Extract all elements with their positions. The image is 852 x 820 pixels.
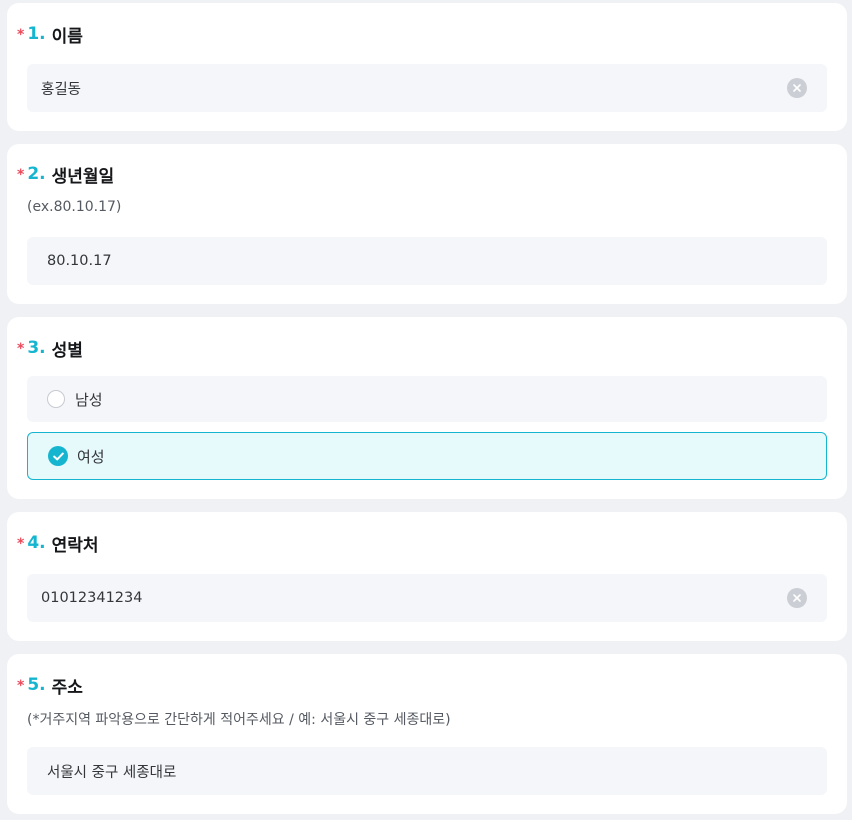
name-question-card: * 1. 이름 홍길동: [7, 3, 847, 131]
address-input-value: 서울시 중구 세종대로: [47, 764, 177, 781]
required-mark: *: [17, 167, 25, 183]
required-mark: *: [17, 341, 25, 357]
birthdate-question-title: * 2. 생년월일: [17, 162, 115, 187]
radio-unchecked-icon: [47, 390, 65, 408]
gender-option-male[interactable]: 남성: [27, 376, 827, 422]
question-number: 4.: [27, 533, 46, 553]
question-label: 생년월일: [51, 166, 115, 187]
required-mark: *: [17, 536, 25, 552]
question-number: 5.: [27, 675, 46, 695]
gender-option-female[interactable]: 여성: [27, 432, 827, 480]
birthdate-input-value: 80.10.17: [47, 253, 112, 269]
check-icon: [48, 446, 68, 466]
question-number: 2.: [27, 164, 46, 184]
question-label: 연락처: [51, 535, 99, 556]
address-hint: (*거주지역 파악용으로 간단하게 적어주세요 / 예: 서울시 중구 세종대로…: [27, 712, 451, 728]
question-label: 주소: [51, 677, 83, 698]
name-question-title: * 1. 이름: [17, 22, 83, 47]
contact-input-value: 01012341234: [41, 590, 143, 606]
gender-question-card: * 3. 성별 남성 여성: [7, 317, 847, 499]
gender-option-label: 남성: [75, 390, 103, 409]
contact-question-title: * 4. 연락처: [17, 531, 99, 556]
clear-icon[interactable]: [787, 78, 807, 98]
address-question-title: * 5. 주소: [17, 673, 83, 698]
birthdate-hint: (ex.80.10.17): [27, 199, 122, 215]
question-label: 성별: [51, 340, 83, 361]
question-label: 이름: [51, 26, 83, 47]
contact-question-card: * 4. 연락처 01012341234: [7, 512, 847, 641]
name-input-value: 홍길동: [41, 81, 82, 98]
gender-question-title: * 3. 성별: [17, 336, 83, 361]
required-mark: *: [17, 27, 25, 43]
question-number: 3.: [27, 338, 46, 358]
name-input[interactable]: 홍길동: [27, 64, 827, 112]
address-question-card: * 5. 주소 (*거주지역 파악용으로 간단하게 적어주세요 / 예: 서울시…: [7, 654, 847, 814]
required-mark: *: [17, 678, 25, 694]
address-input[interactable]: 서울시 중구 세종대로: [27, 747, 827, 795]
question-number: 1.: [27, 24, 46, 44]
gender-option-label: 여성: [77, 447, 105, 466]
birthdate-question-card: * 2. 생년월일 (ex.80.10.17) 80.10.17: [7, 144, 847, 304]
clear-icon[interactable]: [787, 588, 807, 608]
contact-input[interactable]: 01012341234: [27, 574, 827, 622]
birthdate-input[interactable]: 80.10.17: [27, 237, 827, 285]
